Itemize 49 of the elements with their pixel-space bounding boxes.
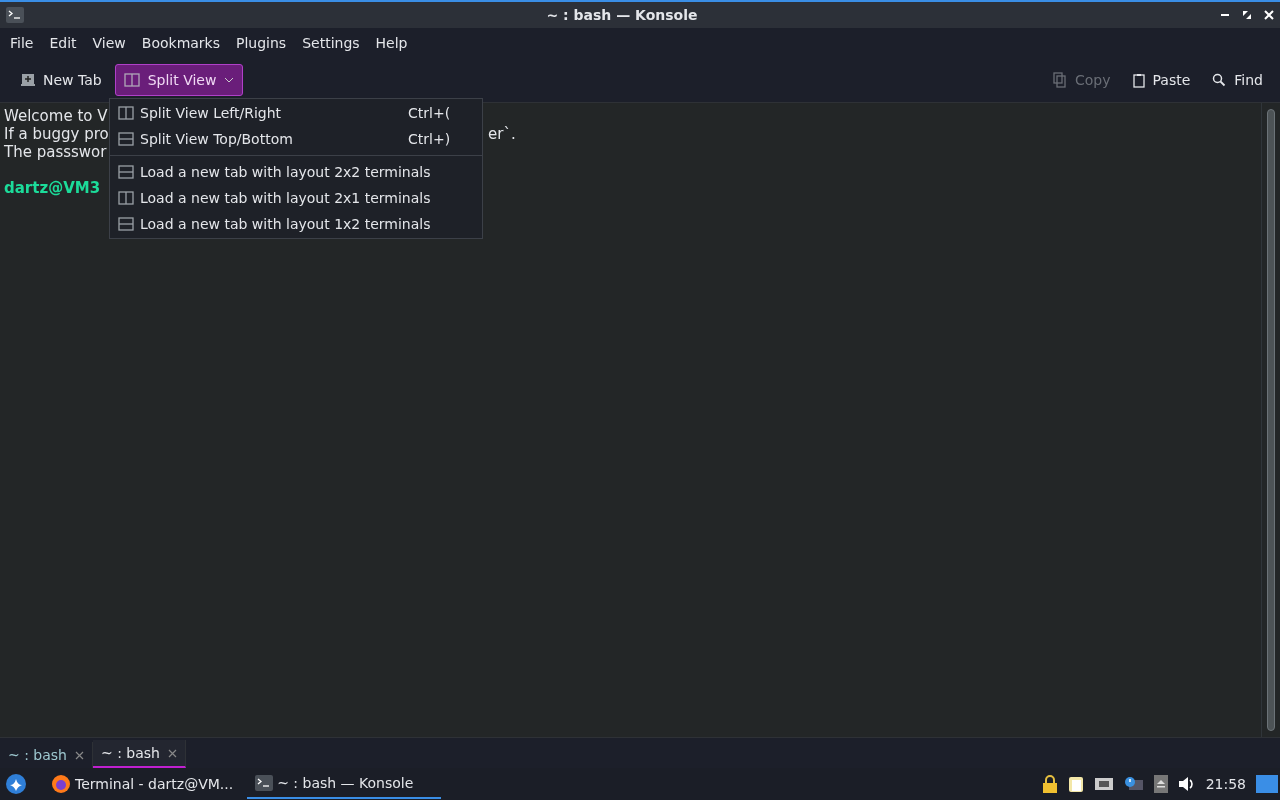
taskbar-button[interactable]: ~ : bash — Konsole — [247, 769, 442, 799]
menu-item[interactable]: Load a new tab with layout 2x2 terminals — [110, 159, 482, 185]
menu-item[interactable]: Help — [367, 35, 416, 51]
menu-item[interactable]: File — [2, 35, 42, 51]
bird-icon[interactable] — [5, 773, 27, 795]
new-tab-icon — [21, 73, 35, 87]
copy-icon — [1053, 72, 1067, 88]
columns-icon — [118, 106, 134, 120]
eject-icon[interactable] — [1153, 775, 1168, 793]
rows-icon — [118, 132, 134, 146]
shell-prompt: dartz@VM3 — [4, 179, 101, 197]
menu-item[interactable]: Edit — [41, 35, 85, 51]
network-icon[interactable] — [1093, 776, 1114, 792]
notification-icon[interactable] — [1123, 776, 1144, 792]
search-icon — [1212, 73, 1227, 87]
menu-item[interactable]: Split View Left/Right Ctrl+( — [110, 100, 482, 126]
taskbar-button[interactable]: Terminal - dartz@VM... — [43, 769, 242, 799]
menu-item[interactable]: Load a new tab with layout 2x1 terminals — [110, 185, 482, 211]
menu-item[interactable]: Split View Top/Bottom Ctrl+) — [110, 126, 482, 152]
split-view-button[interactable]: Split View — [114, 64, 244, 96]
tab[interactable]: ~ : bash — [93, 740, 186, 768]
chevron-down-icon — [224, 77, 235, 83]
lock-icon[interactable] — [1041, 775, 1058, 793]
browser-icon — [51, 774, 71, 794]
scrollbar-thumb[interactable] — [1267, 109, 1275, 731]
clipboard-icon — [1132, 72, 1145, 88]
search-button[interactable]: Find — [1203, 64, 1272, 96]
clipboard-icon[interactable] — [1067, 775, 1084, 793]
terminal-text: er`. — [488, 125, 516, 143]
paste-button[interactable]: Paste — [1123, 64, 1200, 96]
terminal-icon — [255, 775, 274, 791]
columns-icon — [118, 191, 134, 205]
rows-icon — [118, 217, 134, 231]
terminal-text: The passswor — [4, 143, 107, 161]
terminal-icon — [6, 7, 24, 23]
clock[interactable]: 21:58 — [1205, 776, 1246, 792]
window-title: ~ : bash — Konsole — [545, 7, 699, 23]
menu-item[interactable]: Load a new tab with layout 1x2 terminals — [110, 211, 482, 237]
terminal-text: Welcome to V — [4, 107, 108, 125]
volume-icon[interactable] — [1177, 776, 1196, 792]
terminal-text: If a buggy pro — [4, 125, 109, 143]
menu-item[interactable]: Settings — [294, 35, 368, 51]
menu-item[interactable]: View — [84, 35, 134, 51]
maximize-icon[interactable] — [1242, 10, 1252, 20]
rows-icon — [118, 165, 134, 179]
columns-icon — [123, 73, 140, 87]
new-tab-button[interactable]: New Tab — [12, 64, 111, 96]
menu-item[interactable]: Bookmarks — [133, 35, 228, 51]
menu-item[interactable]: Plugins — [228, 35, 295, 51]
